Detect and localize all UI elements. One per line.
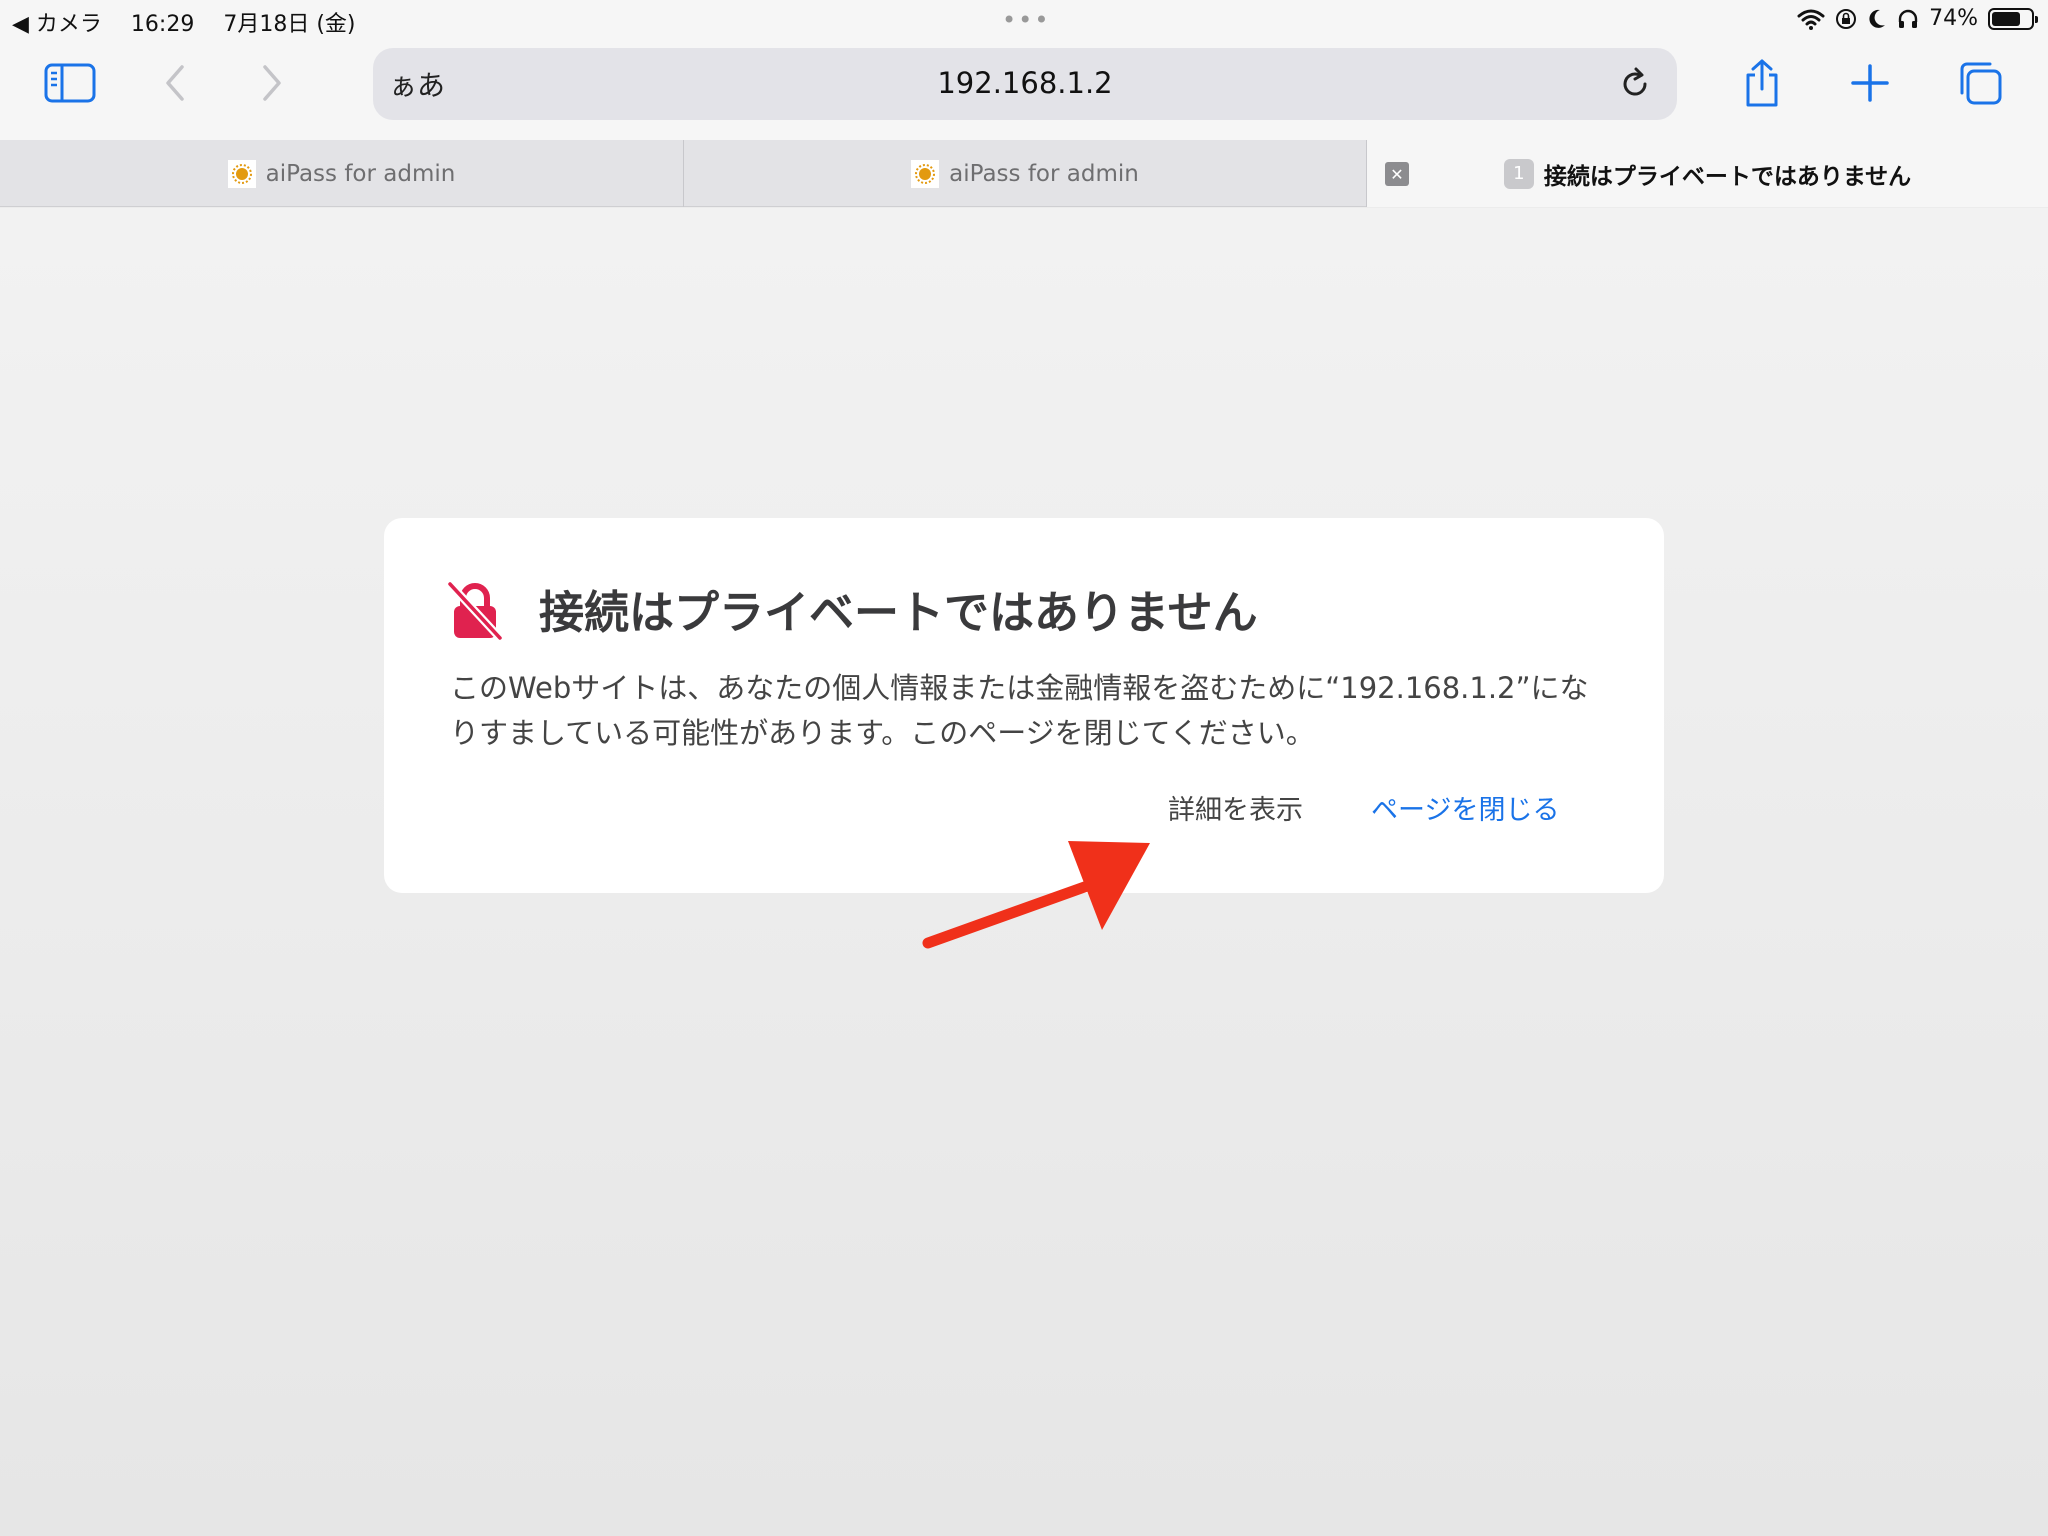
battery-percent: 74% — [1929, 6, 1978, 31]
status-time: 16:29 — [130, 12, 195, 37]
new-tab-button[interactable] — [1840, 56, 1900, 110]
address-bar[interactable]: ぁあ 192.168.1.2 — [373, 48, 1677, 120]
warning-body: このWebサイトは、あなたの個人情報または金融情報を盗むために“192.168.… — [450, 671, 1589, 750]
tab-bar: aiPass for admin aiPass for admin ✕ 1 接続… — [0, 140, 2048, 207]
aipass-favicon-icon — [227, 159, 256, 188]
chevron-right-icon — [263, 65, 281, 101]
wifi-icon — [1797, 9, 1825, 30]
url-text[interactable]: 192.168.1.2 — [373, 66, 1677, 100]
status-right: 74% — [1797, 6, 2038, 31]
close-tab-icon[interactable]: ✕ — [1385, 162, 1409, 186]
orientation-lock-icon — [1836, 8, 1857, 29]
reload-icon — [1623, 67, 1647, 96]
headphones-icon — [1898, 9, 1918, 28]
tab-title: aiPass for admin — [949, 160, 1139, 187]
tab-active[interactable]: ✕ 1 接続はプライベートではありません — [1366, 140, 2048, 207]
tab-aipass-2[interactable]: aiPass for admin — [683, 140, 1366, 207]
chevron-left-icon — [166, 65, 184, 101]
tabs-icon — [1960, 62, 2002, 105]
show-details-link[interactable]: 詳細を表示 — [1168, 788, 1303, 827]
plus-icon — [1851, 64, 1889, 102]
aipass-favicon-icon — [911, 159, 940, 188]
tab-aipass-1[interactable]: aiPass for admin — [0, 140, 683, 207]
battery-fill — [1992, 11, 2021, 26]
share-button[interactable] — [1732, 56, 1792, 110]
browser-toolbar: ぁあ 192.168.1.2 — [0, 40, 2048, 140]
status-left: ◀ カメラ 16:29 7月18日 (金) — [12, 6, 377, 38]
moon-icon — [1869, 9, 1886, 28]
tab-overview-button[interactable] — [1950, 56, 2010, 110]
safari-window: ◀ カメラ 16:29 7月18日 (金) ••• 74% ぁあ 192.168… — [0, 0, 2048, 1536]
sidebar-button[interactable] — [40, 56, 100, 110]
broken-lock-icon — [447, 581, 503, 641]
battery-icon — [1988, 7, 2038, 30]
back-to-app-link[interactable]: ◀ カメラ — [12, 12, 102, 37]
annotation-arrow-icon — [922, 841, 1150, 949]
tab-title: aiPass for admin — [265, 160, 456, 187]
sidebar-icon — [44, 63, 96, 103]
close-page-link[interactable]: ページを閉じる — [1371, 788, 1559, 827]
reload-button[interactable] — [1613, 62, 1657, 106]
multitasking-dots[interactable]: ••• — [1002, 6, 1050, 34]
warning-title: 接続はプライベートではありません — [539, 586, 1258, 639]
forward-button[interactable] — [242, 56, 302, 110]
back-button[interactable] — [145, 56, 205, 110]
share-icon — [1746, 59, 1778, 107]
status-date: 7月18日 (金) — [223, 12, 356, 37]
tab-badge: 1 — [1503, 158, 1534, 189]
status-bar: ◀ カメラ 16:29 7月18日 (金) ••• 74% — [0, 0, 2048, 40]
page-content: 接続はプライベートではありません このWebサイトは、あなたの個人情報または金融… — [0, 208, 2048, 1536]
tab-title: 接続はプライベートではありません — [1543, 163, 1912, 190]
